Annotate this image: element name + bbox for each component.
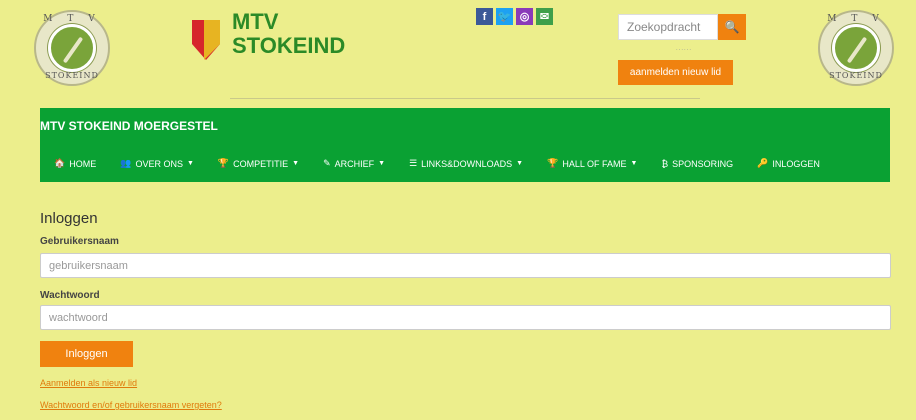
caret-down-icon: ▼ xyxy=(186,160,194,167)
nav-item-label: HALL OF FAME xyxy=(562,158,627,169)
header-divider xyxy=(230,98,700,99)
search-box: 🔍 xyxy=(618,14,746,40)
brand-line-1: MTV xyxy=(232,9,279,34)
pencil-icon: ✎ xyxy=(323,158,331,168)
search-input[interactable] xyxy=(618,14,718,40)
site-name[interactable]: MTV STOKEIND MOERGESTEL xyxy=(40,119,218,133)
seal-top-text: M T V xyxy=(827,14,885,24)
nav-item-archief[interactable]: ✎ ARCHIEF ▼ xyxy=(323,158,385,169)
nav-item-label: COMPETITIE xyxy=(233,158,289,169)
tennis-racket-icon xyxy=(832,24,880,72)
shield-icon xyxy=(190,10,222,62)
join-new-member-button[interactable]: aanmelden nieuw lid xyxy=(618,60,733,85)
nav-item-label: SPONSORING xyxy=(672,158,734,169)
nav-item-links-downloads[interactable]: ☰ LINKS&DOWNLOADS ▼ xyxy=(409,158,523,169)
trophy-icon: 🏆 xyxy=(217,158,230,168)
rss-icon: ☰ xyxy=(409,158,418,168)
nav-item-label: ARCHIEF xyxy=(334,158,375,169)
caret-down-icon: ▼ xyxy=(516,160,524,167)
main-navbar: MTV STOKEIND MOERGESTEL 🏠 HOME 👥 OVER ONS ▼… xyxy=(40,108,890,182)
page-title: Inloggen xyxy=(40,210,98,227)
instagram-icon[interactable]: ◎ xyxy=(516,8,533,25)
caret-down-icon: ▼ xyxy=(292,160,300,167)
tennis-racket-icon xyxy=(48,24,96,72)
twitter-icon[interactable]: 🐦 xyxy=(496,8,513,25)
search-button[interactable]: 🔍 xyxy=(718,14,746,40)
nav-item-home[interactable]: 🏠 HOME xyxy=(54,158,96,169)
caret-down-icon: ▼ xyxy=(378,160,386,167)
club-seal-left: M T V STOKEIND xyxy=(34,10,110,86)
password-field[interactable] xyxy=(40,305,891,330)
home-icon: 🏠 xyxy=(54,158,66,168)
key-icon: 🔑 xyxy=(757,158,769,168)
nav-item-competitie[interactable]: 🏆 COMPETITIE ▼ xyxy=(218,158,299,169)
nav-item-label: HOME xyxy=(69,158,97,169)
nav-item-over-ons[interactable]: 👥 OVER ONS ▼ xyxy=(120,158,194,169)
trophy-icon: 🏆 xyxy=(547,158,559,168)
register-link[interactable]: Aanmelden als nieuw lid xyxy=(40,378,137,388)
seal-bottom-text: STOKEIND xyxy=(45,71,99,80)
users-icon: 👥 xyxy=(120,158,132,168)
club-seal-right: M T V STOKEIND xyxy=(818,10,894,86)
bitcoin-icon: ₿ xyxy=(661,158,669,169)
facebook-icon[interactable]: f xyxy=(476,8,493,25)
search-dots: ...... xyxy=(676,46,693,52)
nav-menu: 🏠 HOME 👥 OVER ONS ▼ 🏆 COMPETITIE ▼ ✎ ARCHIEF ▼ … xyxy=(54,158,844,169)
search-icon: 🔍 xyxy=(724,20,740,34)
social-links: f 🐦 ◎ ✉ xyxy=(476,8,553,25)
brand-line-2: STOKEIND xyxy=(232,33,346,58)
password-label: Wachtwoord xyxy=(40,290,100,301)
login-button[interactable]: Inloggen xyxy=(40,341,133,367)
nav-item-label: OVER ONS xyxy=(135,158,183,169)
email-icon[interactable]: ✉ xyxy=(536,8,553,25)
nav-item-sponsoring[interactable]: ₿ SPONSORING xyxy=(661,158,733,169)
seal-bottom-text: STOKEIND xyxy=(829,71,883,80)
forgot-credentials-link[interactable]: Wachtwoord en/of gebruikersnaam vergeten… xyxy=(40,400,222,410)
username-label: Gebruikersnaam xyxy=(40,236,119,247)
nav-item-inloggen[interactable]: 🔑 INLOGGEN xyxy=(757,158,820,169)
nav-item-label: LINKS&DOWNLOADS xyxy=(421,158,513,169)
nav-item-label: INLOGGEN xyxy=(772,158,820,169)
brand-logo[interactable]: MTV STOKEIND xyxy=(190,10,345,62)
seal-top-text: M T V xyxy=(43,14,101,24)
nav-item-hall-of-fame[interactable]: 🏆 HALL OF FAME ▼ xyxy=(547,158,637,169)
caret-down-icon: ▼ xyxy=(630,160,638,167)
username-field[interactable] xyxy=(40,253,891,278)
